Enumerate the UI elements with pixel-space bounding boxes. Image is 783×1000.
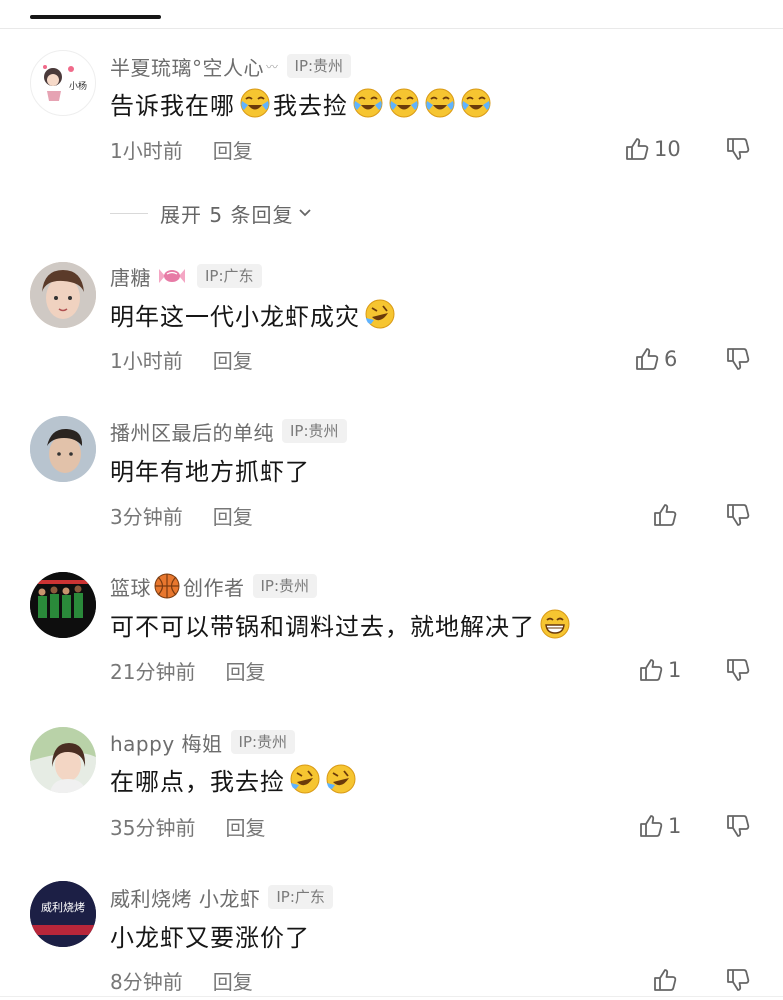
comment-text: 明年这一代小龙虾成灾: [110, 296, 396, 332]
avatar[interactable]: [30, 572, 96, 638]
crying-laughing-emoji-icon: [460, 87, 492, 119]
thumb-down-icon[interactable]: [725, 813, 751, 839]
comment-meta: 21分钟前 回复: [110, 655, 265, 685]
name-decoration: 〰: [266, 59, 279, 74]
thumb-up-icon: [634, 346, 660, 372]
avatar[interactable]: [30, 416, 96, 482]
active-tab-indicator: [30, 15, 161, 19]
comment-text: 明年有地方抓虾了: [110, 451, 310, 487]
comment-meta: 1小时前 回复: [110, 344, 253, 374]
comment-text: 告诉我在哪 我去捡: [110, 85, 492, 121]
thumb-up-icon: [652, 967, 678, 993]
chevron-down-icon: [299, 209, 312, 217]
comment-meta: 1小时前 回复: [110, 134, 253, 164]
like-button[interactable]: 6: [634, 344, 677, 374]
rolling-laughing-emoji-icon: [289, 763, 321, 795]
like-button[interactable]: [652, 965, 678, 995]
comment-meta: 35分钟前 回复: [110, 811, 265, 841]
thumb-up-icon: [638, 813, 664, 839]
rolling-laughing-emoji-icon: [364, 298, 396, 330]
comment-header: 唐糖 IP:广东: [110, 261, 262, 291]
thumb-up-icon: [638, 657, 664, 683]
thumb-up-icon: [624, 136, 650, 162]
like-count: 6: [664, 347, 678, 371]
svg-text:小杨: 小杨: [69, 80, 87, 92]
timestamp: 21分钟前: [110, 659, 196, 684]
basketball-icon: [154, 573, 180, 599]
reply-button[interactable]: 回复: [225, 812, 265, 841]
thumb-up-icon: [652, 502, 678, 528]
like-count: 10: [654, 137, 681, 161]
username[interactable]: 半夏琉璃°空人心: [110, 52, 264, 81]
like-button[interactable]: 1: [638, 655, 681, 685]
comment-meta: 3分钟前 回复: [110, 500, 253, 530]
timestamp: 1小时前: [110, 348, 183, 373]
comment-header: 篮球 创作者 IP:贵州: [110, 571, 318, 601]
like-button[interactable]: [652, 500, 678, 530]
crying-laughing-emoji-icon: [424, 87, 456, 119]
comment-header: 威利烧烤 小龙虾 IP:广东: [110, 882, 333, 912]
avatar[interactable]: 威利烧烤: [30, 881, 96, 947]
comment-text: 可不可以带锅和调料过去，就地解决了: [110, 606, 571, 642]
divider: [110, 212, 148, 214]
comment-text-part: 小龙虾又要涨价了: [110, 923, 310, 952]
reply-button[interactable]: 回复: [213, 345, 253, 374]
timestamp: 3分钟前: [110, 504, 183, 529]
like-button[interactable]: 10: [624, 134, 681, 164]
comment-header: 播州区最后的单纯 IP:贵州: [110, 416, 347, 446]
reply-button[interactable]: 回复: [213, 966, 253, 995]
avatar[interactable]: 小杨: [30, 50, 96, 116]
ip-badge: IP:广东: [268, 885, 333, 909]
ip-badge: IP:广东: [197, 264, 262, 288]
crying-laughing-emoji-icon: [239, 87, 271, 119]
reply-button[interactable]: 回复: [225, 656, 265, 685]
comment-text-part: 明年有地方抓虾了: [110, 457, 310, 486]
avatar[interactable]: [30, 262, 96, 328]
creator-label: 创作者: [183, 575, 245, 600]
thumb-down-icon[interactable]: [725, 967, 751, 993]
timestamp: 35分钟前: [110, 815, 196, 840]
avatar[interactable]: [30, 727, 96, 793]
reply-button[interactable]: 回复: [213, 501, 253, 530]
like-count: 1: [668, 658, 682, 682]
comment-text-part: 可不可以带锅和调料过去，就地解决了: [110, 612, 535, 641]
username[interactable]: 威利烧烤 小龙虾: [110, 883, 260, 912]
thumb-down-icon[interactable]: [725, 346, 751, 372]
comment-text: 小龙虾又要涨价了: [110, 917, 310, 953]
like-count: 1: [668, 814, 682, 838]
timestamp: 1小时前: [110, 138, 183, 163]
expand-replies-label: 展开 5 条回复: [160, 202, 294, 227]
divider: [0, 996, 783, 997]
comment-text-part: 告诉我在哪: [110, 91, 235, 120]
divider: [0, 28, 783, 29]
ip-badge: IP:贵州: [286, 54, 352, 78]
reply-button[interactable]: 回复: [213, 135, 253, 164]
comment-text: 在哪点，我去捡: [110, 761, 357, 797]
thumb-down-icon[interactable]: [725, 657, 751, 683]
candy-icon: [159, 269, 185, 283]
comment-meta: 8分钟前 回复: [110, 965, 253, 995]
username[interactable]: happy 梅姐: [110, 728, 223, 757]
expand-replies-button[interactable]: 展开 5 条回复: [110, 198, 313, 228]
comment-text-part: 明年这一代小龙虾成灾: [110, 302, 360, 331]
crying-laughing-emoji-icon: [388, 87, 420, 119]
comment-header: happy 梅姐 IP:贵州: [110, 727, 296, 757]
comment-text-part: 在哪点，我去捡: [110, 767, 285, 796]
username[interactable]: 篮球: [110, 572, 151, 601]
rolling-laughing-emoji-icon: [325, 763, 357, 795]
comment-text-part: 我去捡: [273, 91, 348, 120]
ip-badge: IP:贵州: [282, 419, 347, 443]
crying-laughing-emoji-icon: [352, 87, 384, 119]
username[interactable]: 播州区最后的单纯: [110, 417, 274, 446]
timestamp: 8分钟前: [110, 969, 183, 994]
thumb-down-icon[interactable]: [725, 502, 751, 528]
like-button[interactable]: 1: [638, 811, 681, 841]
svg-text:威利烧烤: 威利烧烤: [41, 900, 85, 914]
grinning-emoji-icon: [539, 608, 571, 640]
thumb-down-icon[interactable]: [725, 136, 751, 162]
username[interactable]: 唐糖: [110, 262, 151, 291]
ip-badge: IP:贵州: [230, 730, 296, 754]
ip-badge: IP:贵州: [252, 574, 318, 598]
comment-header: 半夏琉璃°空人心 〰 IP:贵州: [110, 51, 352, 81]
